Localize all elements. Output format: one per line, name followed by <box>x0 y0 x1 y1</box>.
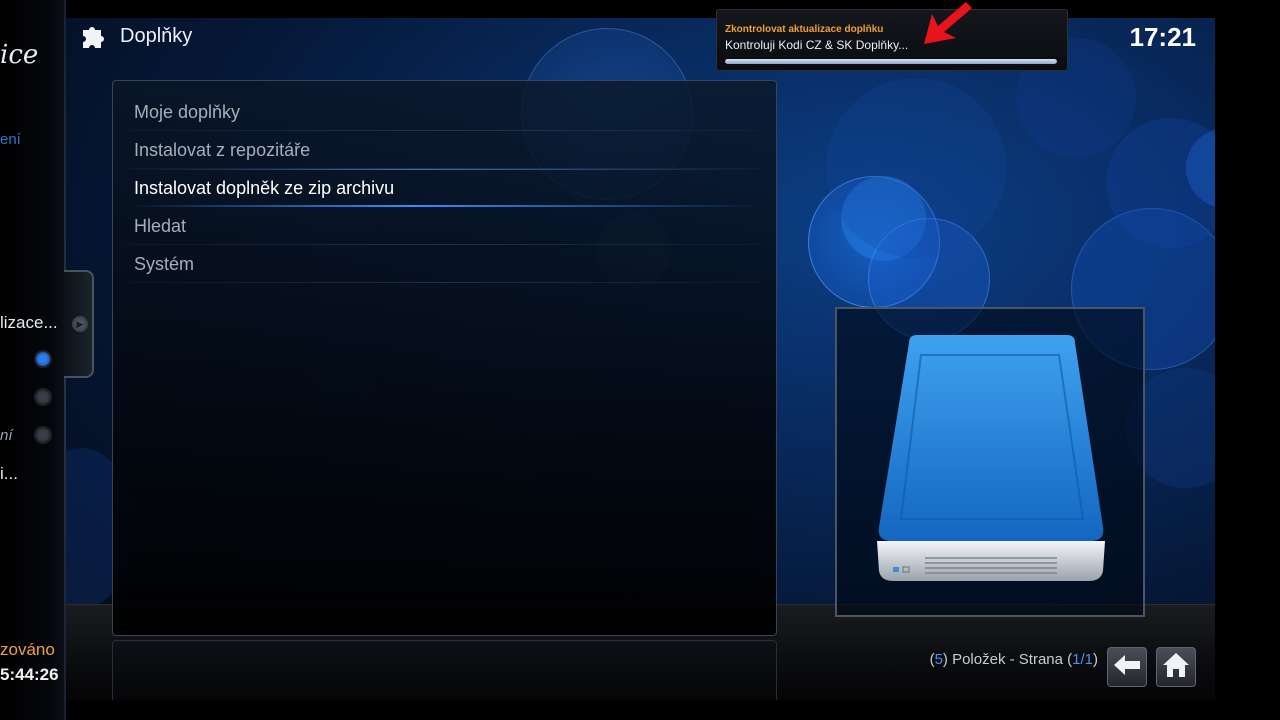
left-sidebar: ice ení lizace... ní i... zováno 5:44:26 <box>0 0 66 720</box>
item-count: (5) Položek - Strana (1/1) <box>930 651 1098 668</box>
menu-panel: Moje doplňky Instalovat z repozitáře Ins… <box>112 80 777 636</box>
count-value: 5 <box>934 651 943 668</box>
home-icon <box>1162 652 1190 683</box>
count-middle: ) Položek - Strana ( <box>942 651 1073 668</box>
bokeh-circle <box>826 78 1006 258</box>
red-arrow-annotation <box>922 0 974 51</box>
sidebar-radio-3[interactable] <box>36 428 50 442</box>
sidebar-item-fragment-2: ní <box>0 427 13 444</box>
clock: 17:21 <box>1129 22 1197 52</box>
info-panel <box>112 640 777 700</box>
notification-title: Zkontrolovat aktualizace doplňku <box>725 24 884 35</box>
menu-item-my-addons[interactable]: Moje doplňky <box>113 93 776 131</box>
sidebar-item-fragment-3[interactable]: i... <box>0 464 18 484</box>
hard-drive-icon <box>837 335 1143 619</box>
menu-item-install-from-repository[interactable]: Instalovat z repozitáře <box>113 131 776 169</box>
menu-item-install-from-zip[interactable]: Instalovat doplněk ze zip archivu <box>113 169 776 207</box>
puzzle-icon <box>80 22 108 50</box>
back-button[interactable] <box>1107 647 1147 687</box>
page-value: 1/1 <box>1072 651 1093 668</box>
addon-thumbnail <box>835 307 1145 617</box>
count-close: ) <box>1093 651 1098 668</box>
sidebar-logo-fragment: ice <box>0 40 39 70</box>
chevron-right-icon[interactable]: ▶ <box>72 316 88 332</box>
sidebar-radio-2[interactable] <box>36 390 50 404</box>
sidebar-item-fragment-1[interactable]: lizace... <box>0 313 58 333</box>
addon-menu-list: Moje doplňky Instalovat z repozitáře Ins… <box>113 81 776 283</box>
sidebar-toggle-tab[interactable]: ▶ <box>64 270 94 378</box>
sidebar-link-fragment[interactable]: ení <box>0 131 21 148</box>
back-arrow-icon <box>1113 654 1141 681</box>
menu-item-search[interactable]: Hledat <box>113 207 776 245</box>
notification-message: Kontroluji Kodi CZ & SK Doplňky... <box>725 38 909 52</box>
notification-progress-fill <box>725 59 1057 64</box>
page-title: Doplňky <box>120 24 193 47</box>
menu-item-system[interactable]: Systém <box>113 245 776 283</box>
sidebar-time-fragment: 5:44:26 <box>0 665 59 684</box>
home-button[interactable] <box>1156 647 1196 687</box>
header: Doplňky <box>80 22 192 50</box>
notification-progress-track <box>725 59 1057 64</box>
sidebar-status-fragment: zováno <box>0 640 55 659</box>
notification-toast: Zkontrolovat aktualizace doplňku Kontrol… <box>716 9 1068 71</box>
sidebar-radio-1[interactable] <box>36 352 50 366</box>
